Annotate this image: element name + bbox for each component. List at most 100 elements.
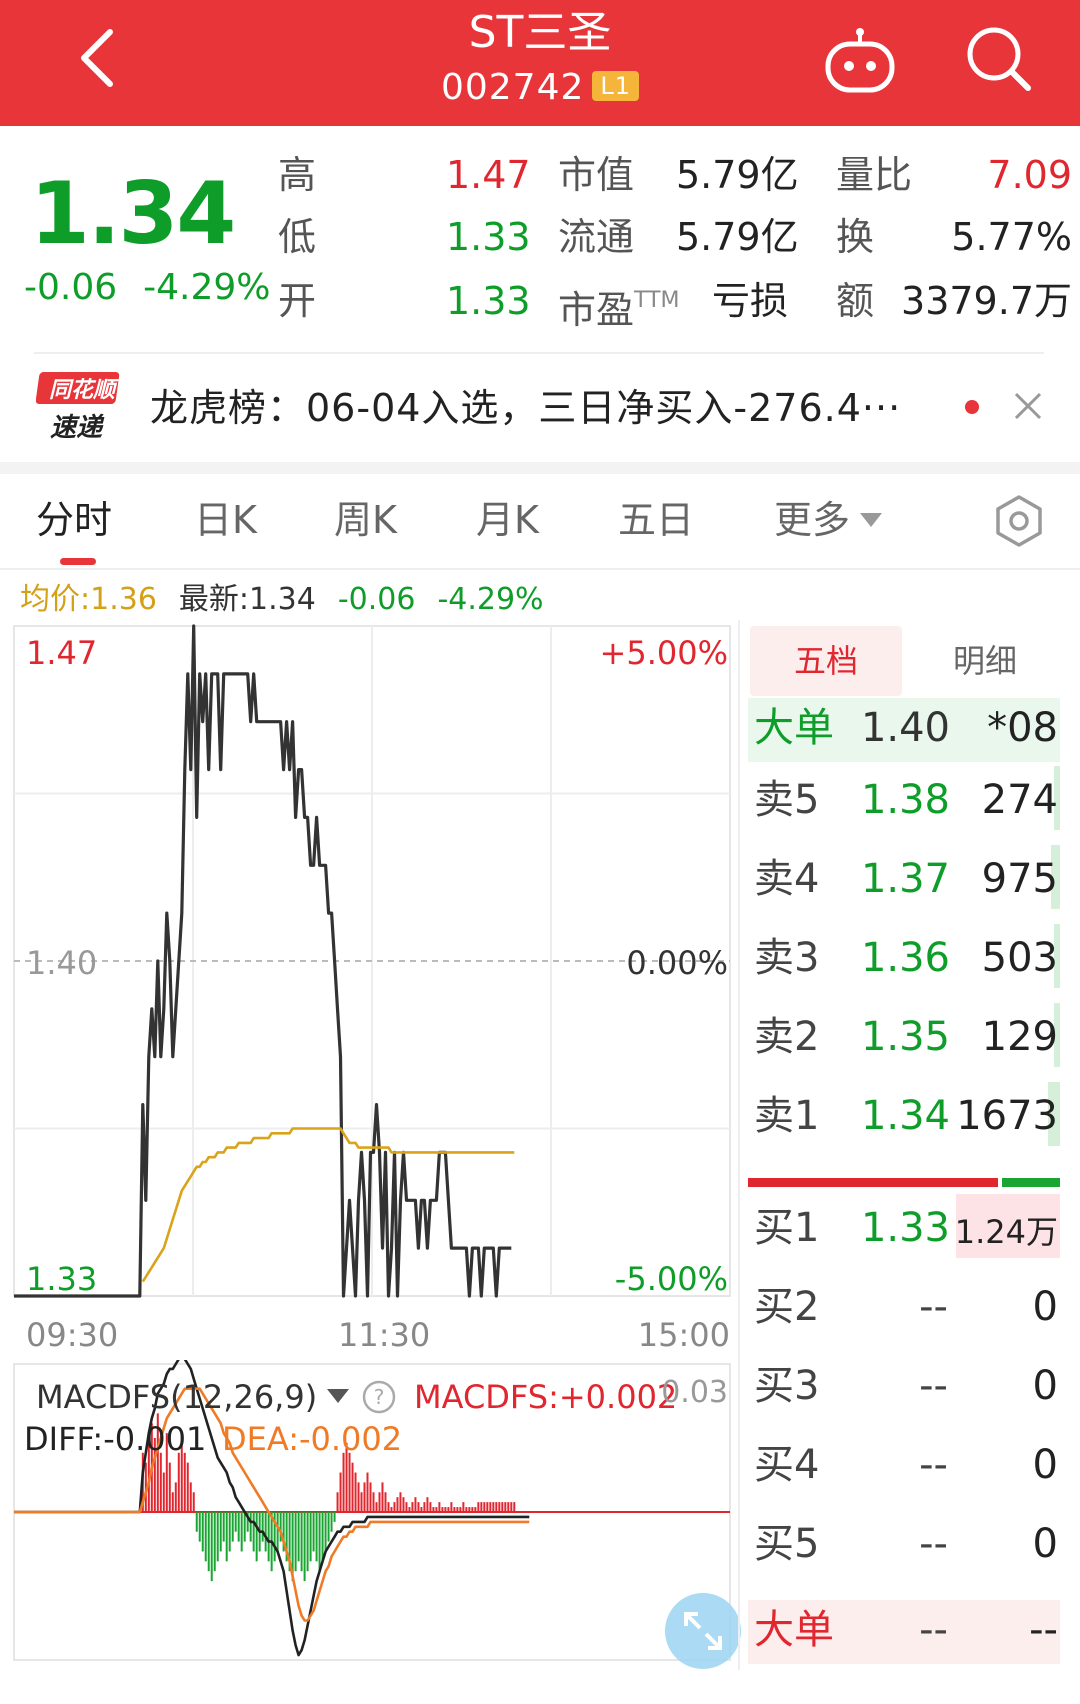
level-badge: L1: [592, 71, 640, 101]
big-order-row-bottom[interactable]: 大单 -- --: [748, 1600, 1060, 1664]
tab-five-day[interactable]: 五日: [618, 496, 694, 544]
chevron-down-icon: [860, 513, 883, 527]
macdfs-value: MACDFS:+0.002: [414, 1378, 678, 1416]
stock-name: ST三圣: [468, 7, 612, 58]
ask-level-label: 卖2: [754, 1014, 820, 1060]
bid-level-label: 买5: [754, 1521, 820, 1567]
tabs-divider: [0, 568, 1080, 570]
buy-sell-ratio-bar: [748, 1178, 1060, 1187]
bid-price: --: [919, 1363, 948, 1409]
top-bar: ST三圣 002742 L1: [0, 0, 1080, 126]
search-icon[interactable]: [958, 18, 1038, 98]
diff-value: DIFF:-0.001: [24, 1420, 207, 1458]
robot-assistant-icon[interactable]: [822, 22, 898, 98]
change-readout: -0.06: [337, 582, 416, 617]
big-order-volume: *08: [987, 705, 1058, 751]
tab-more-label: 更多: [774, 498, 851, 542]
ask-volume: 503: [981, 935, 1058, 981]
logo-text-top: 同花顺: [49, 378, 119, 403]
buy-ratio-fill: [748, 1178, 998, 1187]
stat-label-float-cap: 流通: [558, 215, 635, 259]
stat-value-high: 1.47: [446, 153, 531, 197]
ask-row[interactable]: 卖1 1.34 1673: [748, 1082, 1060, 1152]
stat-value-pe: 亏损: [712, 279, 789, 323]
dea-value: DEA:-0.002: [222, 1420, 403, 1458]
bid-price: 1.33: [860, 1205, 950, 1251]
tab-five-levels[interactable]: 五档: [750, 626, 902, 696]
macd-indicator-label[interactable]: MACDFS(12,26,9): [36, 1378, 350, 1416]
ask-price: 1.34: [860, 1093, 950, 1139]
close-icon[interactable]: [1010, 388, 1046, 424]
big-order-price: --: [919, 1607, 948, 1653]
news-headline[interactable]: 龙虎榜：06-04入选，三日净买入-276.4···: [150, 384, 901, 432]
stat-value-volume-ratio: 7.09: [987, 153, 1072, 197]
price-change: -0.06: [24, 267, 118, 308]
x-label-noon: 11:30: [338, 1316, 431, 1354]
ask-price: 1.36: [860, 935, 950, 981]
y-label-base: 1.40: [26, 944, 98, 982]
ask-volume: 274: [981, 777, 1058, 823]
tab-weekly-k[interactable]: 周K: [334, 496, 397, 544]
y-label-right-bottom: -5.00%: [614, 1260, 728, 1298]
stat-value-amount: 3379.7万: [901, 279, 1072, 323]
quote-divider: [34, 352, 1044, 354]
stat-value-turnover: 5.77%: [951, 215, 1072, 259]
logo-text-bottom: 速递: [50, 413, 105, 442]
ask-row[interactable]: 卖5 1.38 274: [748, 766, 1060, 836]
ask-volume: 1673: [956, 1093, 1058, 1139]
bid-row[interactable]: 买4 -- 0: [748, 1431, 1060, 1501]
latest-price-readout: 最新:1.34: [178, 582, 316, 617]
bid-volume: 1.24万: [954, 1213, 1058, 1251]
y-label-low: 1.33: [26, 1260, 98, 1298]
bid-price: --: [919, 1284, 948, 1330]
bid-volume: 0: [1032, 1521, 1058, 1567]
y-label-high: 1.47: [26, 634, 98, 672]
bid-level-label: 买4: [754, 1442, 820, 1488]
bid-level-label: 买1: [754, 1205, 820, 1251]
chart-info-line: 均价:1.36 最新:1.34 -0.06 -4.29%: [20, 580, 544, 620]
stat-label-market-cap: 市值: [558, 153, 635, 197]
current-price: 1.34: [30, 164, 236, 264]
tab-more[interactable]: 更多: [774, 496, 883, 544]
big-order-label: 大单: [754, 1607, 834, 1653]
pe-ttm-sup: TTM: [634, 288, 680, 313]
stat-value-float-cap: 5.79亿: [676, 215, 799, 259]
settings-icon[interactable]: [992, 494, 1046, 548]
bid-row[interactable]: 买2 -- 0: [748, 1273, 1060, 1343]
change-pct-readout: -4.29%: [437, 582, 544, 617]
big-order-row-top[interactable]: 大单 1.40 *08: [748, 698, 1060, 762]
active-tab-indicator: [60, 558, 96, 565]
bid-row[interactable]: 买1 1.33 1.24万: [748, 1194, 1060, 1264]
pe-label-text: 市盈: [558, 288, 635, 332]
stat-label-high: 高: [278, 153, 317, 197]
bid-row[interactable]: 买5 -- 0: [748, 1510, 1060, 1580]
bid-row[interactable]: 买3 -- 0: [748, 1352, 1060, 1422]
ask-row[interactable]: 卖2 1.35 129: [748, 1003, 1060, 1073]
big-order-label: 大单: [754, 705, 834, 751]
average-price-line: [141, 1127, 515, 1283]
ask-level-label: 卖4: [754, 856, 820, 902]
ask-price: 1.37: [860, 856, 950, 902]
stock-code: 002742: [440, 67, 585, 108]
help-icon[interactable]: ?: [362, 1380, 396, 1414]
stat-label-pe: 市盈TTM: [558, 278, 680, 333]
stat-label-turnover: 换: [836, 215, 875, 259]
tab-trade-details[interactable]: 明细: [906, 626, 1064, 696]
sell-ratio-fill: [1002, 1178, 1060, 1187]
ask-row[interactable]: 卖3 1.36 503: [748, 924, 1060, 994]
stat-value-open: 1.33: [446, 279, 531, 323]
svg-text:?: ?: [374, 1385, 385, 1409]
stock-code-line: 002742 L1: [0, 66, 1080, 110]
ask-price: 1.35: [860, 1014, 950, 1060]
orderbook-separator: [738, 620, 740, 1670]
orderbook-tabs: 五档 明细: [748, 626, 1066, 696]
stat-label-open: 开: [278, 279, 317, 323]
x-label-close: 15:00: [637, 1316, 730, 1354]
fullscreen-icon[interactable]: [664, 1592, 742, 1670]
big-order-price: 1.40: [860, 705, 950, 751]
tab-monthly-k[interactable]: 月K: [476, 496, 539, 544]
tab-intraday[interactable]: 分时: [36, 496, 112, 544]
bid-volume: 0: [1032, 1363, 1058, 1409]
ask-row[interactable]: 卖4 1.37 975: [748, 845, 1060, 915]
tab-daily-k[interactable]: 日K: [194, 496, 257, 544]
